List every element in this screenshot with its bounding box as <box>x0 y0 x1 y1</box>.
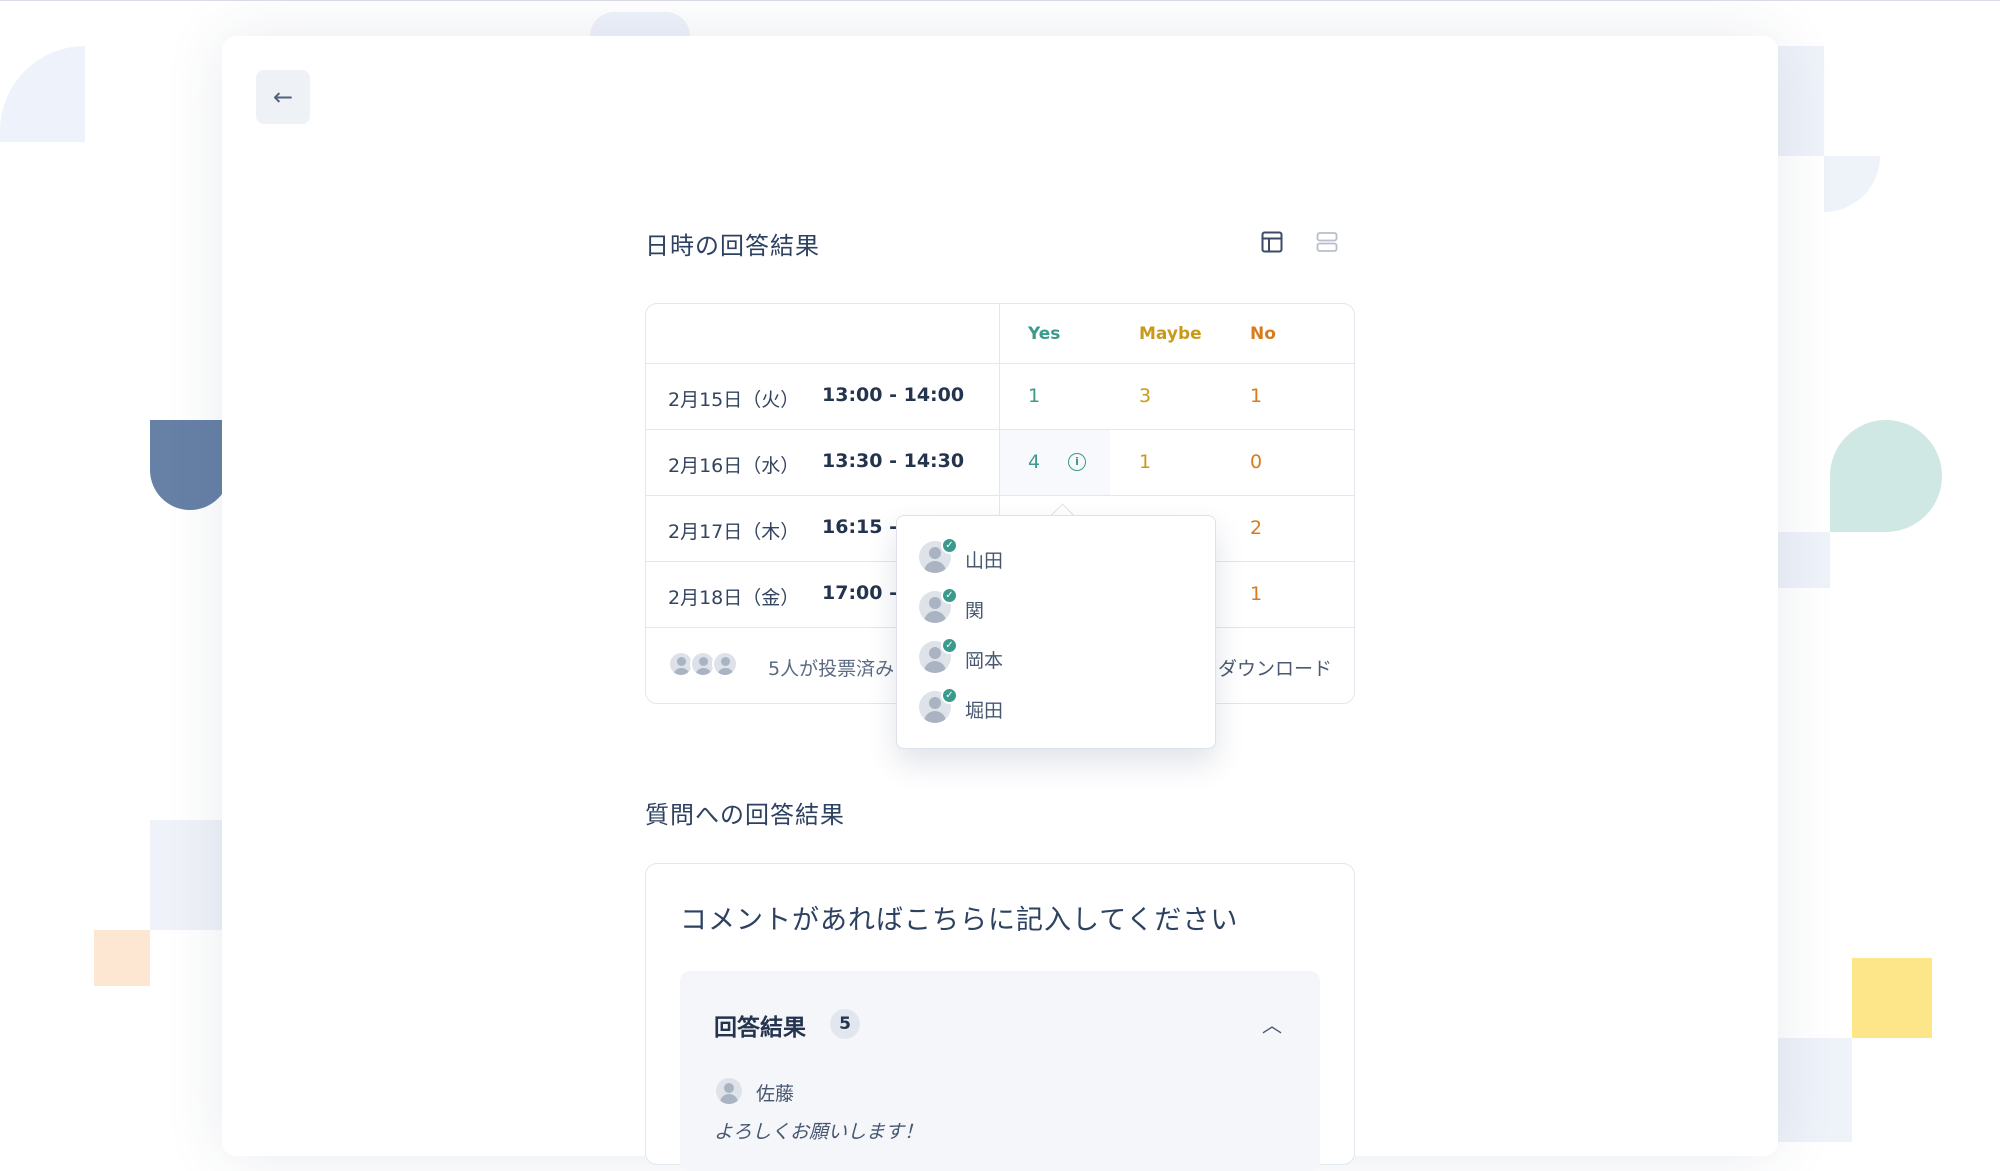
decor-shape <box>1830 420 1942 532</box>
header-no: No <box>1250 324 1276 344</box>
yes-voters-popover: ✓ 山田 ✓ 関 ✓ 岡本 ✓ 堀田 <box>896 515 1216 749</box>
decor-shape <box>1824 156 1880 212</box>
top-border <box>0 0 2000 1</box>
row-time: 13:00 - 14:00 <box>822 384 965 406</box>
decor-shape <box>0 46 85 142</box>
voter-name: 岡本 <box>965 650 1004 672</box>
maybe-count[interactable]: 1 <box>1139 451 1151 473</box>
voter-name: 関 <box>965 600 985 622</box>
row-time: 13:30 - 14:30 <box>822 450 965 472</box>
info-icon[interactable]: i <box>1068 453 1086 471</box>
voter-item: ✓ 堀田 <box>919 687 1199 727</box>
question-card: コメントがあればこちらに記入してください 回答結果 5 ︿ 佐藤 よろしくお願い… <box>645 863 1355 1171</box>
no-count[interactable]: 0 <box>1250 451 1262 473</box>
avatar <box>712 651 738 677</box>
voter-name: 山田 <box>965 550 1004 572</box>
yes-cell-highlight <box>1000 430 1110 495</box>
yes-count[interactable]: 1 <box>1028 385 1040 407</box>
arrow-left-icon: ← <box>272 83 294 111</box>
results-panel: 回答結果 5 ︿ 佐藤 よろしくお願いします！ <box>680 971 1320 1171</box>
decor-shape <box>1778 1038 1852 1142</box>
row-date: 2月17日（木） <box>668 521 800 543</box>
chevron-up-icon[interactable]: ︿ <box>1262 1009 1282 1038</box>
check-icon: ✓ <box>941 587 958 604</box>
results-count-badge: 5 <box>830 1009 860 1039</box>
voter-item: ✓ 関 <box>919 587 1199 627</box>
decor-shape <box>590 12 690 36</box>
table-view-icon[interactable] <box>1261 231 1283 253</box>
decor-shape <box>1778 532 1830 588</box>
datetime-results-title: 日時の回答結果 <box>645 232 820 260</box>
check-icon: ✓ <box>941 687 958 704</box>
maybe-count[interactable]: 3 <box>1139 385 1151 407</box>
download-link[interactable]: ダウンロード <box>1218 654 1332 681</box>
list-view-icon[interactable] <box>1316 231 1338 253</box>
back-button[interactable]: ← <box>256 70 310 124</box>
decor-shape <box>94 930 150 986</box>
respondent-name: 佐藤 <box>756 1083 795 1105</box>
row-date: 2月16日（水） <box>668 455 800 477</box>
check-icon: ✓ <box>941 637 958 654</box>
header-yes: Yes <box>1028 324 1061 344</box>
question-text: コメントがあればこちらに記入してください <box>680 905 1239 936</box>
decor-shape <box>1778 46 1824 156</box>
voter-item: ✓ 山田 <box>919 537 1199 577</box>
header-maybe: Maybe <box>1139 324 1202 344</box>
voter-item: ✓ 岡本 <box>919 637 1199 677</box>
row-date: 2月18日（金） <box>668 587 800 609</box>
no-count[interactable]: 2 <box>1250 517 1262 539</box>
no-count[interactable]: 1 <box>1250 583 1262 605</box>
table-header: Yes Maybe No <box>646 304 1354 364</box>
question-results-title: 質問への回答結果 <box>645 801 845 829</box>
results-heading: 回答結果 <box>714 1015 806 1041</box>
yes-count[interactable]: 4 <box>1028 451 1040 473</box>
table-row: 2月15日（火） 13:00 - 14:00 1 3 1 <box>646 364 1354 430</box>
decor-shape <box>1852 958 1932 1038</box>
voter-name: 堀田 <box>965 700 1004 722</box>
table-row: 2月16日（水） 13:30 - 14:30 4 i 1 0 <box>646 430 1354 496</box>
decor-shape <box>150 420 230 510</box>
row-date: 2月15日（火） <box>668 389 800 411</box>
check-icon: ✓ <box>941 537 958 554</box>
decor-shape <box>150 820 230 930</box>
voted-count-text: 5人が投票済み <box>768 658 895 680</box>
row-time: 17:00 - <box>822 582 897 604</box>
respondent-comment: よろしくお願いします！ <box>714 1121 924 1143</box>
no-count[interactable]: 1 <box>1250 385 1262 407</box>
avatar <box>716 1078 742 1104</box>
